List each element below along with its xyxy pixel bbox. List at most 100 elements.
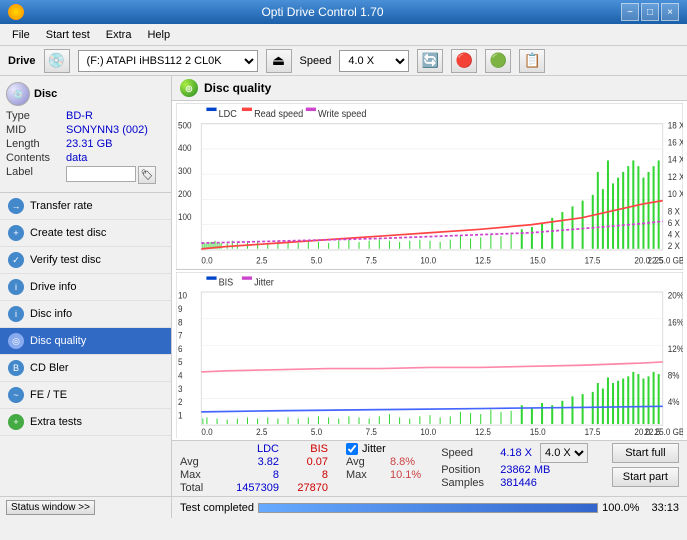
svg-text:LDC: LDC — [219, 108, 237, 120]
disc-info-section: 💿 Disc Type BD-R MID SONYNN3 (002) Lengt… — [0, 76, 171, 193]
svg-text:3: 3 — [178, 383, 183, 393]
max-ldc: 8 — [224, 469, 279, 481]
jitter-avg-label: Avg — [346, 456, 386, 468]
stats-header-row: LDC BIS — [180, 443, 328, 455]
settings-btn1[interactable]: 🔴 — [451, 49, 477, 73]
settings-btn2[interactable]: 🟢 — [485, 49, 511, 73]
svg-text:10: 10 — [178, 290, 187, 300]
svg-text:18 X: 18 X — [668, 120, 683, 131]
disc-type-row: Type BD-R — [6, 110, 165, 122]
svg-text:20%: 20% — [668, 290, 683, 300]
jitter-label: Jitter — [362, 443, 386, 455]
jitter-checkbox[interactable] — [346, 443, 358, 455]
contents-value: data — [66, 152, 165, 164]
speed-label: Speed — [300, 55, 332, 67]
maximize-button[interactable]: □ — [641, 3, 659, 21]
speed-value-stat: 4.18 X — [500, 447, 532, 459]
length-label: Length — [6, 138, 66, 150]
nav-verify-test-disc[interactable]: ✓ Verify test disc — [0, 247, 171, 274]
jitter-max: 10.1% — [390, 469, 421, 481]
mid-label: MID — [6, 124, 66, 136]
label-icon-btn[interactable]: 🏷 — [138, 166, 156, 184]
extra-tests-icon: + — [8, 414, 24, 430]
drive-select[interactable]: (F:) ATAPI iHBS112 2 CL0K — [78, 50, 258, 72]
svg-text:Read speed: Read speed — [254, 108, 303, 120]
nav-drive-info[interactable]: i Drive info — [0, 274, 171, 301]
samples-row: Samples 381446 — [441, 477, 588, 489]
eject-btn[interactable]: ⏏ — [266, 49, 292, 73]
speed-row: Speed 4.18 X 4.0 X — [441, 443, 588, 463]
verify-test-icon: ✓ — [8, 252, 24, 268]
action-buttons: Start full Start part — [612, 443, 679, 487]
position-label: Position — [441, 464, 496, 476]
max-bis: 8 — [283, 469, 328, 481]
length-value: 23.31 GB — [66, 138, 165, 150]
svg-text:12.5: 12.5 — [475, 426, 491, 436]
jitter-avg: 8.8% — [390, 456, 415, 468]
status-right: Test completed 100.0% 33:13 — [172, 502, 687, 514]
svg-text:8 X: 8 X — [668, 206, 680, 217]
disc-length-row: Length 23.31 GB — [6, 138, 165, 150]
cd-bler-icon: B — [8, 360, 24, 376]
nav-extra-tests[interactable]: + Extra tests — [0, 409, 171, 436]
svg-text:6: 6 — [178, 343, 183, 353]
nav-create-test-disc[interactable]: + Create test disc — [0, 220, 171, 247]
nav-transfer-rate[interactable]: → Transfer rate — [0, 193, 171, 220]
menu-help[interactable]: Help — [139, 27, 178, 43]
svg-text:7.5: 7.5 — [366, 426, 378, 436]
create-test-icon: + — [8, 225, 24, 241]
minimize-button[interactable]: − — [621, 3, 639, 21]
contents-label: Contents — [6, 152, 66, 164]
svg-text:15.0: 15.0 — [530, 255, 546, 266]
start-full-button[interactable]: Start full — [612, 443, 679, 463]
menu-start-test[interactable]: Start test — [38, 27, 98, 43]
svg-text:Jitter: Jitter — [254, 276, 275, 287]
svg-text:17.5: 17.5 — [585, 426, 601, 436]
samples-value: 381446 — [500, 477, 537, 489]
svg-text:4: 4 — [178, 370, 183, 380]
position-row: Position 23862 MB — [441, 464, 588, 476]
quality-header: ◎ Disc quality — [172, 76, 687, 101]
progress-bar-fill — [259, 504, 597, 512]
refresh-btn[interactable]: 🔄 — [417, 49, 443, 73]
ldc-chart: LDC Read speed Write speed 500 400 300 2… — [176, 103, 683, 270]
nav-disc-info[interactable]: i Disc info — [0, 301, 171, 328]
speed-select-stat[interactable]: 4.0 X — [540, 443, 588, 463]
start-part-button[interactable]: Start part — [612, 467, 679, 487]
bis-chart: BIS Jitter 10 9 8 7 6 5 4 3 2 1 — [176, 272, 683, 439]
settings-btn3[interactable]: 📋 — [519, 49, 545, 73]
disc-info-icon: i — [8, 306, 24, 322]
disc-label-input[interactable] — [66, 166, 136, 182]
svg-text:12%: 12% — [668, 343, 683, 353]
drive-icon-btn[interactable]: 💿 — [44, 49, 70, 73]
svg-text:14 X: 14 X — [668, 154, 683, 165]
svg-text:5.0: 5.0 — [311, 255, 322, 266]
total-bis: 27870 — [283, 482, 328, 494]
svg-text:5: 5 — [178, 356, 183, 366]
svg-text:4 X: 4 X — [668, 229, 680, 240]
quality-header-icon: ◎ — [180, 79, 198, 97]
chart-container: LDC Read speed Write speed 500 400 300 2… — [172, 101, 687, 440]
fe-te-icon: ~ — [8, 387, 24, 403]
right-panel: ◎ Disc quality LDC Read speed Write spee… — [172, 76, 687, 496]
main-content: 💿 Disc Type BD-R MID SONYNN3 (002) Lengt… — [0, 76, 687, 496]
total-label: Total — [180, 482, 220, 494]
nav-cd-bler[interactable]: B CD Bler — [0, 355, 171, 382]
stats-max-row: Max 8 8 — [180, 469, 328, 481]
status-window-btn[interactable]: Status window >> — [6, 500, 95, 515]
disc-mid-row: MID SONYNN3 (002) — [6, 124, 165, 136]
menu-file[interactable]: File — [4, 27, 38, 43]
stats-total-row: Total 1457309 27870 — [180, 482, 328, 494]
svg-text:7.5: 7.5 — [366, 255, 377, 266]
nav-fe-te[interactable]: ~ FE / TE — [0, 382, 171, 409]
svg-text:2 X: 2 X — [668, 240, 680, 251]
nav-disc-quality[interactable]: ◎ Disc quality — [0, 328, 171, 355]
max-label: Max — [180, 469, 220, 481]
svg-text:10 X: 10 X — [668, 189, 683, 200]
menu-extra[interactable]: Extra — [98, 27, 140, 43]
svg-text:2.5: 2.5 — [256, 426, 268, 436]
speed-select-drive[interactable]: 4.0 X — [339, 50, 409, 72]
drivebar: Drive 💿 (F:) ATAPI iHBS112 2 CL0K ⏏ Spee… — [0, 46, 687, 76]
time-text: 33:13 — [651, 502, 679, 514]
close-button[interactable]: × — [661, 3, 679, 21]
